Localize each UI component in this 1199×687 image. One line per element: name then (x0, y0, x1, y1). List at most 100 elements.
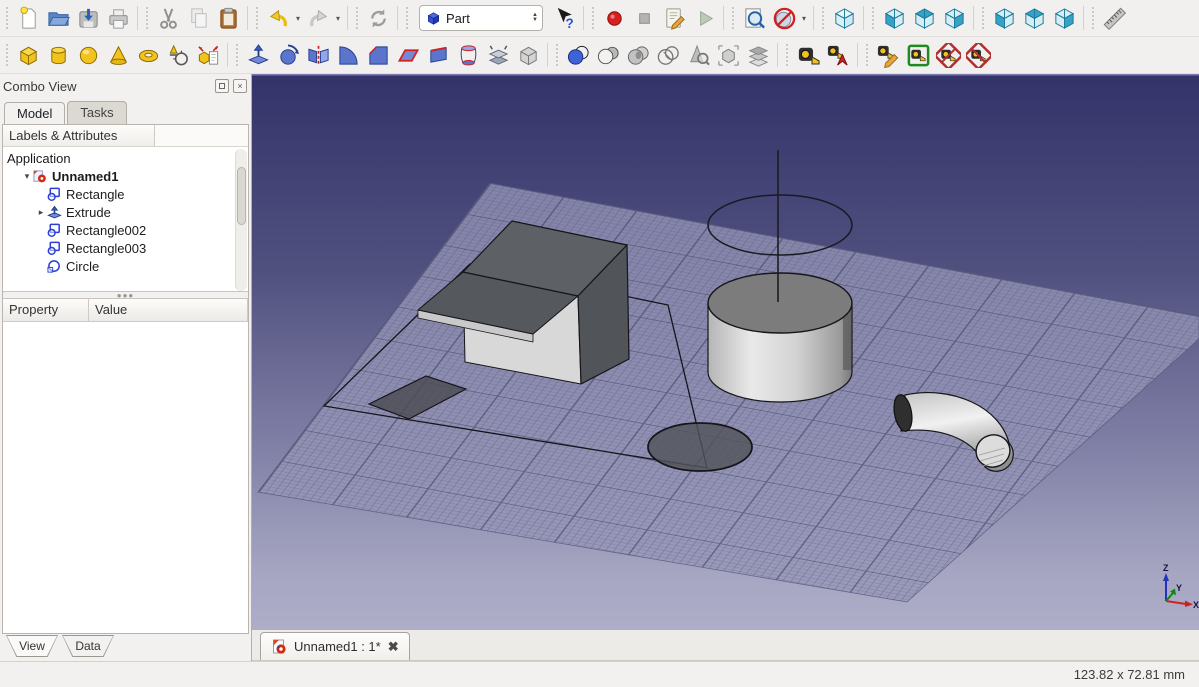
bottom-tab-data[interactable]: Data (62, 635, 114, 657)
tree-item-label: Application (7, 151, 71, 166)
sketch-circle-face[interactable] (648, 423, 752, 471)
workbench-combobox[interactable]: Part ▲▼ (419, 5, 543, 31)
copy-button[interactable] (183, 3, 213, 33)
view-front-button[interactable] (879, 3, 909, 33)
toolbar-separator (227, 43, 228, 67)
part-mirror-button[interactable] (303, 40, 333, 70)
macro-record-icon (602, 6, 627, 31)
view-bottom-button[interactable] (1019, 3, 1049, 33)
undo-button[interactable] (263, 3, 293, 33)
toolbar-group (1099, 3, 1129, 33)
view-rear-button[interactable] (989, 3, 1019, 33)
part-defeaturing-button[interactable] (713, 40, 743, 70)
part-ruledsurface-button[interactable] (423, 40, 453, 70)
fit-all-button[interactable] (739, 3, 769, 33)
measure-distance-button[interactable] (1099, 3, 1129, 33)
model-tree[interactable]: Application▾Unnamed1Rectangle▸ExtrudeRec… (3, 147, 248, 291)
measure-toggle-all-icon (906, 43, 931, 68)
part-makeface-button[interactable] (393, 40, 423, 70)
view-left-button[interactable] (1049, 3, 1079, 33)
tree-item-application[interactable]: Application (3, 149, 248, 167)
macro-stop-button[interactable] (629, 3, 659, 33)
bottom-tab-view[interactable]: View (6, 635, 58, 657)
part-thickness-button[interactable] (513, 40, 543, 70)
measure-toggle-3d-button[interactable] (933, 40, 963, 70)
document-tab-close-icon[interactable]: ✖ (388, 639, 399, 655)
view-axonometric-button[interactable] (829, 3, 859, 33)
tree-item-rectangle002[interactable]: Rectangle002 (3, 221, 248, 239)
part-fillet-button[interactable] (333, 40, 363, 70)
bool-common-button[interactable] (623, 40, 653, 70)
view-data-tabs: ViewData (0, 634, 251, 661)
undo-menu-icon[interactable]: ▾ (293, 3, 303, 33)
paste-button[interactable] (213, 3, 243, 33)
undo-icon (266, 6, 291, 31)
part-shapeinfo-button[interactable] (683, 40, 713, 70)
whats-this-button[interactable]: ? (549, 3, 579, 33)
tree-item-unnamed1[interactable]: ▾Unnamed1 (3, 167, 248, 185)
part-shapebuilder-button[interactable] (163, 40, 193, 70)
macro-play-button[interactable] (689, 3, 719, 33)
tab-tasks[interactable]: Tasks (67, 101, 126, 124)
panel-splitter[interactable]: ●●● (3, 291, 248, 299)
tree-scrollbar[interactable] (235, 149, 247, 291)
part-torus-button[interactable] (133, 40, 163, 70)
cut-button[interactable] (153, 3, 183, 33)
part-chamfer-button[interactable] (363, 40, 393, 70)
bool-cut-button[interactable] (593, 40, 623, 70)
chevron-down-icon[interactable]: ▾ (21, 171, 33, 182)
view-top-button[interactable] (909, 3, 939, 33)
view-right-button[interactable] (939, 3, 969, 33)
part-primitives-button[interactable] (193, 40, 223, 70)
bool-union-button[interactable] (563, 40, 593, 70)
tree-item-rectangle003[interactable]: Rectangle003 (3, 239, 248, 257)
property-column-header[interactable]: Property (3, 299, 89, 321)
part-offset-button[interactable] (483, 40, 513, 70)
part-extrude-button[interactable] (243, 40, 273, 70)
refresh-button[interactable] (363, 3, 393, 33)
panel-close-button[interactable]: × (233, 79, 247, 93)
tree-header-labels[interactable]: Labels & Attributes (3, 125, 155, 146)
open-file-button[interactable] (43, 3, 73, 33)
measure-toggle-all-button[interactable] (903, 40, 933, 70)
document-tab[interactable]: Unnamed1 : 1* ✖ (260, 632, 410, 660)
part-revolve-button[interactable] (273, 40, 303, 70)
part-sphere-button[interactable] (73, 40, 103, 70)
tree-item-circle[interactable]: Circle (3, 257, 248, 275)
measure-angular-button[interactable] (823, 40, 853, 70)
redo-button[interactable] (303, 3, 333, 33)
toolbar-separator (547, 43, 548, 67)
draw-style-button[interactable] (769, 3, 799, 33)
part-loft-button[interactable] (453, 40, 483, 70)
measure-linear-button[interactable] (793, 40, 823, 70)
macro-record-button[interactable] (599, 3, 629, 33)
property-table-body[interactable] (3, 322, 248, 633)
part-section-button[interactable] (653, 40, 683, 70)
part-crosssections-button[interactable] (743, 40, 773, 70)
part-cone-button[interactable] (103, 40, 133, 70)
part-cylinder-button[interactable] (43, 40, 73, 70)
tab-model[interactable]: Model (4, 102, 65, 125)
panel-float-button[interactable] (215, 79, 229, 93)
tree-item-rectangle[interactable]: Rectangle (3, 185, 248, 203)
draw-style-menu-icon[interactable]: ▾ (799, 3, 809, 33)
save-file-button[interactable] (73, 3, 103, 33)
sketch-icon (47, 187, 62, 202)
measure-refresh-button[interactable] (873, 40, 903, 70)
measure-toggle-delta-button[interactable] (963, 40, 993, 70)
part-box-button[interactable] (13, 40, 43, 70)
part-thickness-icon (516, 43, 541, 68)
3d-viewport[interactable]: Z Y X (252, 74, 1199, 630)
toolbar-grip (356, 7, 360, 29)
print-button[interactable] (103, 3, 133, 33)
combobox-spinner-icon[interactable]: ▲▼ (532, 13, 538, 23)
redo-menu-icon[interactable]: ▾ (333, 3, 343, 33)
doc-icon (33, 169, 48, 184)
chevron-right-icon[interactable]: ▸ (35, 207, 47, 218)
tree-item-extrude[interactable]: ▸Extrude (3, 203, 248, 221)
revolved-cylinder[interactable] (708, 273, 852, 402)
macro-edit-button[interactable] (659, 3, 689, 33)
tree-scrollbar-thumb[interactable] (237, 167, 246, 225)
value-column-header[interactable]: Value (89, 299, 248, 321)
new-file-button[interactable] (13, 3, 43, 33)
